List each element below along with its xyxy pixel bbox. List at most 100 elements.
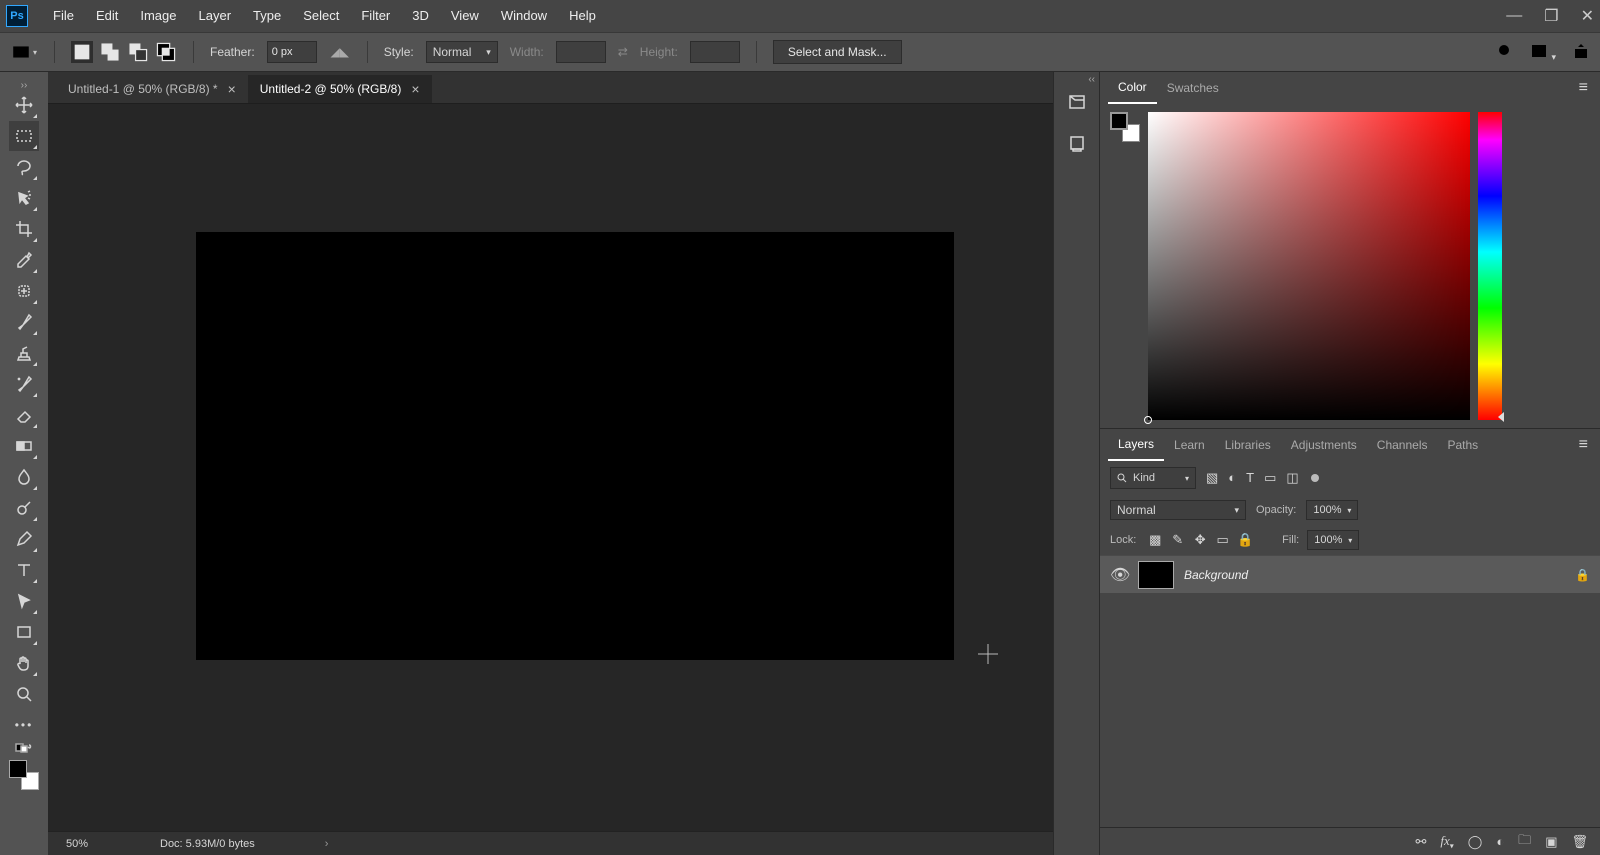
- tab-learn[interactable]: Learn: [1164, 429, 1215, 461]
- filter-shape-icon[interactable]: ▭: [1264, 470, 1276, 486]
- menu-file[interactable]: File: [42, 0, 85, 32]
- lock-transparent-icon[interactable]: ▩: [1146, 532, 1164, 548]
- lock-all-icon[interactable]: 🔒: [1236, 532, 1254, 548]
- lock-image-icon[interactable]: ✎: [1169, 532, 1187, 548]
- menu-layer[interactable]: Layer: [188, 0, 243, 32]
- window-close-button[interactable]: ✕: [1581, 6, 1594, 26]
- menu-filter[interactable]: Filter: [350, 0, 401, 32]
- tab-channels[interactable]: Channels: [1367, 429, 1438, 461]
- tab-swatches[interactable]: Swatches: [1157, 72, 1229, 104]
- tool-lasso[interactable]: [9, 152, 39, 182]
- lock-artboard-icon[interactable]: ▭: [1214, 532, 1232, 548]
- color-field[interactable]: [1148, 112, 1470, 420]
- tool-hand[interactable]: [9, 648, 39, 678]
- color-fgbg-swatch[interactable]: [1110, 112, 1140, 142]
- layer-visibility-icon[interactable]: 👁: [1110, 565, 1128, 585]
- menu-edit[interactable]: Edit: [85, 0, 129, 32]
- tool-path-selection[interactable]: [9, 586, 39, 616]
- tool-edit-toolbar[interactable]: •••: [9, 710, 39, 740]
- zoom-level[interactable]: 50%: [66, 838, 130, 850]
- tool-eraser[interactable]: [9, 400, 39, 430]
- tool-rectangle-shape[interactable]: [9, 617, 39, 647]
- canvas-viewport[interactable]: [48, 104, 1053, 831]
- filter-toggle-icon[interactable]: [1311, 474, 1319, 482]
- tool-zoom[interactable]: [9, 679, 39, 709]
- canvas[interactable]: [196, 232, 954, 660]
- menu-window[interactable]: Window: [490, 0, 558, 32]
- blend-mode-select[interactable]: Normal▾: [1110, 500, 1246, 520]
- hue-slider-handle-icon[interactable]: [1498, 412, 1504, 422]
- foreground-color-swatch[interactable]: [1110, 112, 1128, 130]
- tool-clone-stamp[interactable]: [9, 338, 39, 368]
- menu-help[interactable]: Help: [558, 0, 607, 32]
- tool-brush[interactable]: [9, 307, 39, 337]
- tool-rectangular-marquee[interactable]: [9, 121, 39, 151]
- statusbar-caret-icon[interactable]: ›: [325, 838, 329, 850]
- add-mask-icon[interactable]: ◯: [1468, 834, 1483, 850]
- fill-input[interactable]: 100%▾: [1307, 530, 1359, 550]
- tab-color[interactable]: Color: [1108, 72, 1157, 104]
- menu-view[interactable]: View: [440, 0, 490, 32]
- document-tab[interactable]: Untitled-2 @ 50% (RGB/8) ×: [248, 75, 432, 103]
- tab-paths[interactable]: Paths: [1438, 429, 1489, 461]
- layer-locked-icon[interactable]: 🔒: [1575, 568, 1590, 582]
- opacity-input[interactable]: 100%▾: [1306, 500, 1358, 520]
- filter-smart-icon[interactable]: ◫: [1286, 470, 1298, 486]
- menu-image[interactable]: Image: [129, 0, 187, 32]
- filter-type-icon[interactable]: T: [1246, 470, 1254, 486]
- new-adjustment-icon[interactable]: ◐: [1496, 834, 1504, 849]
- tool-gradient[interactable]: [9, 431, 39, 461]
- menu-select[interactable]: Select: [292, 0, 350, 32]
- device-preview-panel-icon[interactable]: [1061, 128, 1093, 160]
- filter-pixel-icon[interactable]: ▧: [1206, 470, 1218, 486]
- lock-position-icon[interactable]: ✥: [1191, 532, 1209, 548]
- panel-menu-icon[interactable]: ≡: [1575, 79, 1592, 97]
- anti-alias-icon[interactable]: ◢◣: [329, 41, 351, 63]
- layer-name[interactable]: Background: [1184, 568, 1248, 582]
- layer-filter-kind-select[interactable]: Kind▾: [1110, 467, 1196, 489]
- menu-3d[interactable]: 3D: [401, 0, 440, 32]
- hue-slider[interactable]: [1478, 112, 1502, 420]
- tool-move[interactable]: [9, 90, 39, 120]
- layer-row[interactable]: 👁 Background 🔒: [1100, 555, 1600, 593]
- menu-type[interactable]: Type: [242, 0, 292, 32]
- window-maximize-button[interactable]: ❐: [1544, 6, 1558, 26]
- feather-input[interactable]: [267, 41, 317, 63]
- tool-quick-selection[interactable]: [9, 183, 39, 213]
- tab-layers[interactable]: Layers: [1108, 429, 1164, 461]
- selection-subtract-icon[interactable]: [127, 41, 149, 63]
- document-tab[interactable]: Untitled-1 @ 50% (RGB/8) * ×: [56, 75, 248, 103]
- search-icon[interactable]: [1496, 42, 1514, 63]
- filter-adjustment-icon[interactable]: ◐: [1228, 470, 1236, 486]
- tool-type[interactable]: [9, 555, 39, 585]
- panel-menu-icon[interactable]: ≡: [1575, 436, 1592, 454]
- style-select[interactable]: Normal▾: [426, 41, 498, 63]
- new-group-icon[interactable]: 🗀: [1518, 831, 1531, 853]
- close-tab-icon[interactable]: ×: [228, 81, 236, 97]
- tool-history-brush[interactable]: [9, 369, 39, 399]
- tab-adjustments[interactable]: Adjustments: [1281, 429, 1367, 461]
- tool-crop[interactable]: [9, 214, 39, 244]
- workspace-switcher-icon[interactable]: ▾: [1530, 42, 1556, 63]
- history-panel-icon[interactable]: [1061, 86, 1093, 118]
- select-and-mask-button[interactable]: Select and Mask...: [773, 40, 902, 64]
- layer-style-icon[interactable]: fx▾: [1440, 833, 1453, 851]
- doc-size[interactable]: Doc: 5.93M/0 bytes: [160, 838, 255, 850]
- share-icon[interactable]: [1572, 42, 1590, 63]
- current-tool-icon[interactable]: ▾: [10, 38, 38, 66]
- link-layers-icon[interactable]: ⚯: [1415, 834, 1426, 850]
- selection-new-icon[interactable]: [71, 41, 93, 63]
- tab-libraries[interactable]: Libraries: [1215, 429, 1281, 461]
- window-minimize-button[interactable]: —: [1506, 7, 1522, 25]
- tool-healing-brush[interactable]: [9, 276, 39, 306]
- foreground-color-swatch[interactable]: [9, 760, 27, 778]
- tool-blur[interactable]: [9, 462, 39, 492]
- close-tab-icon[interactable]: ×: [411, 81, 419, 97]
- selection-add-icon[interactable]: [99, 41, 121, 63]
- collapse-dock-icon[interactable]: ‹‹: [1088, 74, 1095, 85]
- tool-foreground-background-colors[interactable]: [9, 760, 39, 790]
- tool-default-colors-icon[interactable]: [9, 741, 39, 755]
- selection-intersect-icon[interactable]: [155, 41, 177, 63]
- toolbar-expand-icon[interactable]: ››: [21, 80, 28, 88]
- tool-pen[interactable]: [9, 524, 39, 554]
